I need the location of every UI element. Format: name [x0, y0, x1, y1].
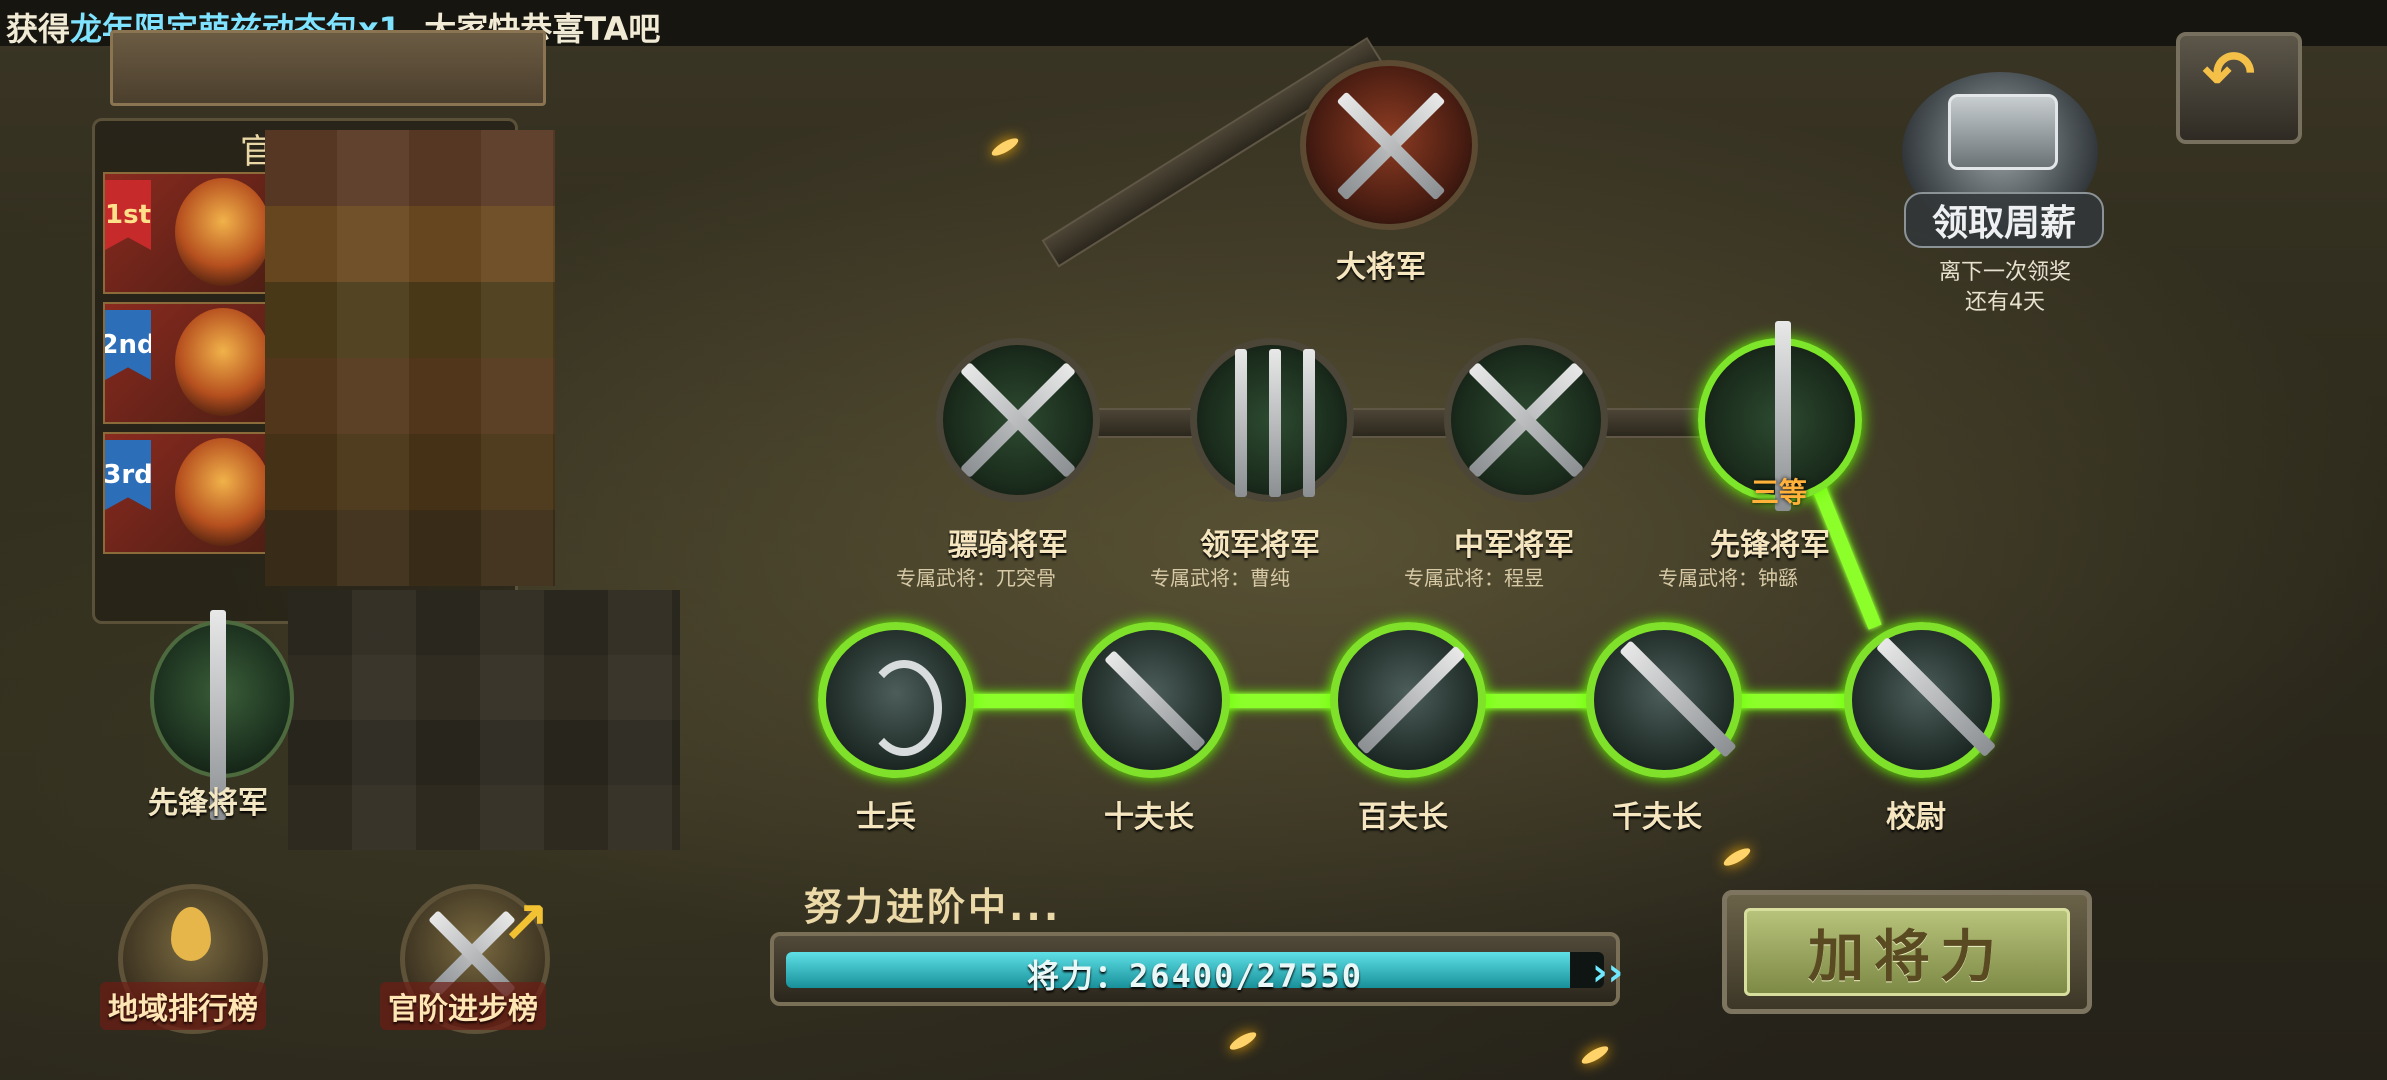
spark-decoration	[1721, 845, 1753, 869]
rank-name: 骠骑将军	[948, 528, 1068, 563]
rank-name: 士兵	[856, 800, 916, 835]
rank-badge: 1st	[105, 180, 151, 250]
salary-info-line2: 还有4天	[1965, 290, 2045, 315]
saber-icon	[1875, 636, 1997, 758]
rank-name: 十夫长	[1104, 800, 1194, 835]
rank-exclusive-general: 专属武将：曹纯	[1150, 566, 1290, 590]
back-arrow-icon: ↶	[2202, 38, 2256, 112]
halberd-icon	[1356, 645, 1466, 755]
rank-node-colonel[interactable]	[1844, 622, 2000, 778]
rank-node-central-general[interactable]	[1444, 338, 1608, 502]
progress-text: 将力：26400/27550	[1027, 957, 1363, 995]
rank-name: 校尉	[1886, 800, 1946, 835]
rank-entry-3[interactable]: 3rd	[103, 432, 277, 554]
rank-node-squad-leader[interactable]	[1074, 622, 1230, 778]
add-power-button[interactable]: 加将力	[1744, 908, 2070, 996]
pixelated-names-block	[265, 130, 555, 586]
rank-grade-tag: 三等	[1751, 476, 1808, 509]
progress-status: 努力进阶中...	[804, 885, 1062, 929]
map-pin-icon	[171, 907, 211, 961]
rank-node-grand-general[interactable]	[1300, 60, 1478, 230]
avatar	[175, 438, 271, 546]
weekly-salary-info: 离下一次领奖 还有4天	[1900, 258, 2110, 318]
rank-badge: 3rd	[105, 440, 151, 510]
rank-badge: 2nd	[105, 310, 151, 380]
salary-info-line1: 离下一次领奖	[1938, 260, 2071, 285]
sickle-icon	[866, 660, 942, 756]
chevron-right-icon: ››	[1592, 950, 1624, 994]
rank-exclusive-general: 专属武将：钟繇	[1658, 566, 1798, 590]
weekly-salary-label: 领取周薪	[1904, 192, 2104, 248]
rank-progress-label: 官阶进步榜	[380, 982, 546, 1030]
region-rank-label: 地域排行榜	[100, 982, 266, 1030]
spark-decoration	[1227, 1029, 1259, 1053]
my-rank-label: 先锋将军	[148, 786, 268, 821]
rank-name: 大将军	[1336, 250, 1426, 285]
announcement-prefix: 获得	[6, 10, 71, 48]
rank-node-centurion[interactable]	[1330, 622, 1486, 778]
rank-node-cavalry-general[interactable]	[936, 338, 1100, 502]
rank-exclusive-general: 专属武将：程昱	[1404, 566, 1544, 590]
avatar	[175, 308, 271, 416]
rank-node-vanguard-general[interactable]: 三等	[1698, 321, 1862, 511]
pixelated-info-block	[288, 590, 680, 850]
spark-decoration	[1579, 1043, 1611, 1067]
rank-name: 先锋将军	[1710, 528, 1830, 563]
avatar	[175, 178, 271, 286]
rank-name: 中军将军	[1454, 528, 1574, 563]
rank-name: 千夫长	[1612, 800, 1702, 835]
rank-node-chiliarch[interactable]	[1586, 622, 1742, 778]
rank-node-soldier[interactable]	[818, 622, 974, 778]
glaive-icon	[1619, 640, 1737, 758]
rank-entry-2[interactable]: 2nd	[103, 302, 277, 424]
rank-name: 领军将军	[1200, 528, 1320, 563]
dagger-icon	[1104, 650, 1206, 752]
rank-exclusive-general: 专属武将：兀突骨	[896, 566, 1056, 590]
rank-name: 百夫长	[1358, 800, 1448, 835]
spark-decoration	[989, 135, 1021, 159]
arrow-up-icon: ↗	[501, 889, 550, 957]
swords-icon	[1235, 349, 1247, 497]
rank-entry-1[interactable]: 1st	[103, 172, 277, 294]
rank-node-commander-general[interactable]	[1190, 338, 1354, 502]
office-banner	[110, 30, 546, 106]
chest-icon	[1948, 94, 2058, 170]
